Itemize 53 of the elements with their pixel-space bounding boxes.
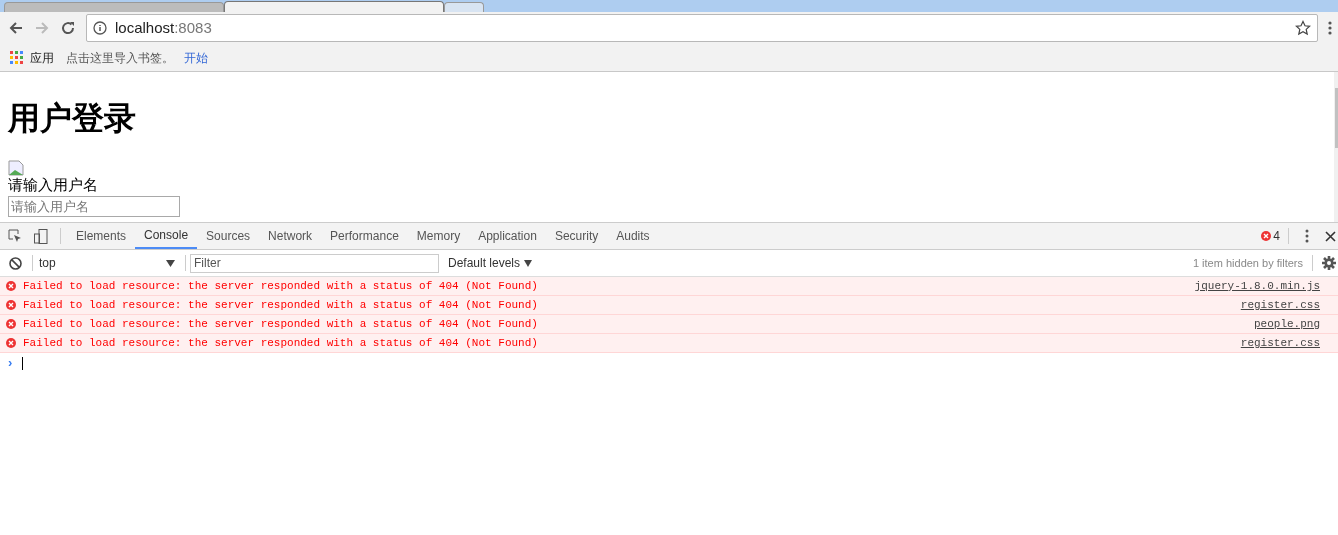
devtools-tab[interactable]: Network (259, 223, 322, 249)
devtools-tab[interactable]: Application (469, 223, 546, 249)
reload-icon[interactable] (60, 20, 76, 36)
error-message: Failed to load resource: the server responded with a status of 404 (Not Found) (23, 278, 539, 294)
error-icon (6, 281, 16, 291)
dropdown-triangle-icon (166, 259, 175, 267)
devtools-tab[interactable]: Sources (197, 223, 260, 249)
source-link[interactable]: jquery-1.8.0.min.js (1194, 277, 1320, 295)
source-link[interactable]: people.png (1254, 315, 1320, 333)
dropdown-triangle-icon (524, 259, 533, 267)
source-link[interactable]: register.css (1240, 334, 1320, 352)
username-label: 请输入用户名 (8, 176, 99, 194)
error-icon (6, 300, 16, 310)
hidden-items-note: 1 item hidden by filters (1192, 255, 1303, 271)
apps-grid-icon[interactable] (10, 51, 23, 64)
context-select[interactable]: top (39, 254, 175, 272)
console-prompt: › (8, 354, 14, 373)
more-options-icon[interactable] (1305, 229, 1309, 243)
devtools-tab[interactable]: Performance (321, 223, 408, 249)
clear-console-icon[interactable] (9, 256, 22, 270)
address-bar[interactable]: localhost:8083 (86, 14, 1318, 42)
bookmark-star-icon[interactable] (1295, 20, 1311, 36)
browser-tab[interactable] (224, 1, 444, 12)
source-link[interactable]: register.css (1240, 296, 1320, 314)
devtools-tab[interactable]: Memory (407, 223, 470, 249)
username-field[interactable]: 请输入用户名 (8, 196, 180, 217)
devtools-tab[interactable]: Audits (607, 223, 659, 249)
error-count[interactable]: 4 (1273, 227, 1280, 245)
apps-link[interactable]: 应用 (30, 48, 54, 67)
menu-icon[interactable] (1328, 20, 1332, 36)
error-message: Failed to load resource: the server responded with a status of 404 (Not Found) (23, 335, 539, 351)
error-icon (1261, 231, 1272, 241)
broken-image-icon (8, 160, 24, 176)
url-text: localhost:8083 (115, 17, 213, 38)
devtools-tab[interactable]: Security (545, 223, 608, 249)
error-message: Failed to load resource: the server responded with a status of 404 (Not Found) (23, 316, 539, 332)
log-levels-dropdown[interactable]: Default levels (448, 254, 533, 272)
error-icon (6, 338, 16, 348)
scrollbar-thumb[interactable] (1334, 88, 1338, 148)
text-cursor (22, 356, 23, 370)
devtools-tab[interactable]: Elements (67, 223, 136, 249)
error-icon (6, 319, 16, 329)
close-icon[interactable] (1325, 230, 1336, 242)
info-icon[interactable] (93, 21, 107, 35)
inspect-element-icon[interactable] (8, 229, 22, 243)
error-message: Failed to load resource: the server responded with a status of 404 (Not Found) (23, 297, 539, 313)
start-link[interactable]: 开始 (184, 48, 208, 67)
device-toolbar-icon[interactable] (34, 228, 48, 244)
filter-field[interactable]: Filter (190, 253, 439, 273)
back-icon[interactable] (8, 20, 24, 36)
settings-icon[interactable] (1322, 256, 1336, 270)
page-heading: 用户登录 (8, 99, 137, 138)
import-bookmarks-hint: 点击这里导入书签。 (66, 49, 174, 67)
